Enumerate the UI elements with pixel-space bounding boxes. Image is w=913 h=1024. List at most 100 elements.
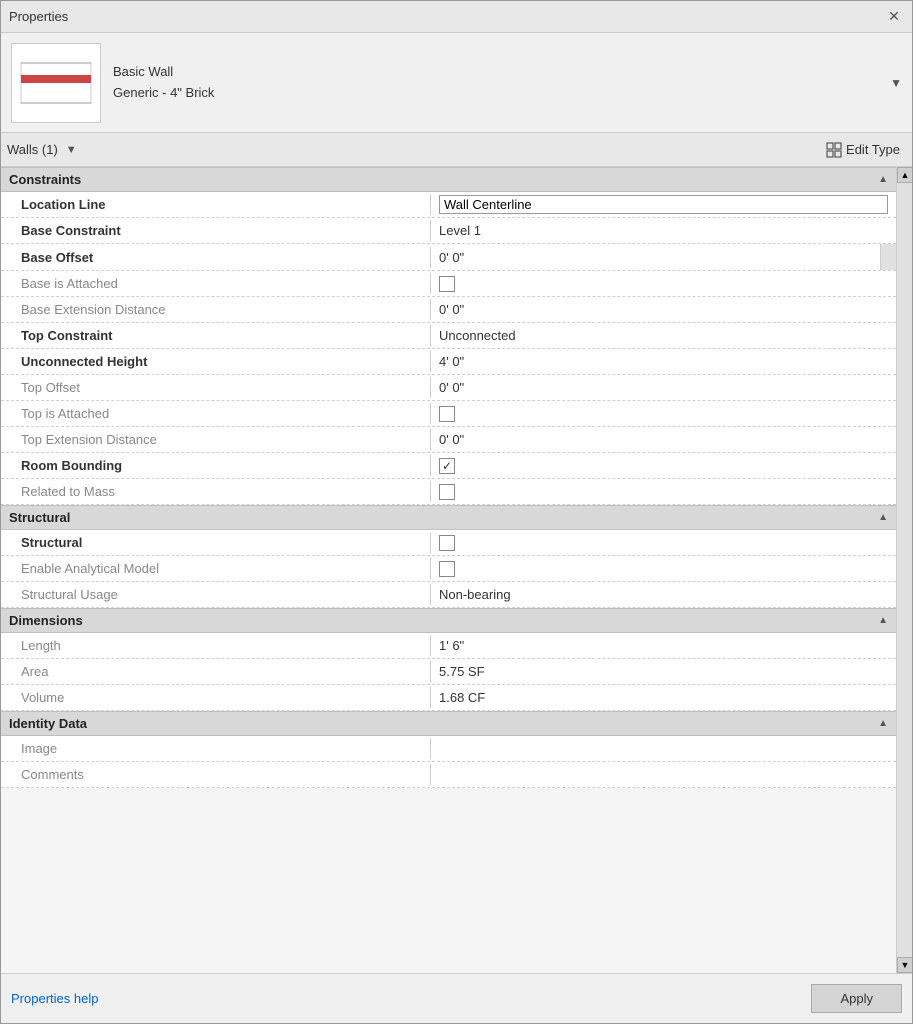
- prop-value: 4' 0": [431, 351, 896, 372]
- type-selector-dropdown[interactable]: ▼: [66, 144, 77, 156]
- section-collapse-constraints[interactable]: ▲: [878, 174, 888, 185]
- prop-label: Room Bounding: [1, 455, 431, 476]
- prop-value: 0' 0": [431, 377, 896, 398]
- property-row: Base Extension Distance0' 0": [1, 297, 896, 323]
- prop-value: 0' 0": [431, 299, 896, 320]
- prop-value: Level 1: [431, 220, 896, 241]
- property-row: Enable Analytical Model: [1, 556, 896, 582]
- prop-label: Top is Attached: [1, 403, 431, 424]
- property-row: Room Bounding: [1, 453, 896, 479]
- prop-label: Enable Analytical Model: [1, 558, 431, 579]
- type-selector-left: Walls (1) ▼: [7, 142, 77, 157]
- prop-label: Structural Usage: [1, 584, 431, 605]
- prop-value: 5.75 SF: [431, 661, 896, 682]
- prop-value[interactable]: [431, 455, 896, 477]
- property-row: Top Extension Distance0' 0": [1, 427, 896, 453]
- prop-value: Non-bearing: [431, 584, 896, 605]
- edit-type-icon: [826, 142, 842, 158]
- prop-label: Structural: [1, 532, 431, 553]
- prop-label: Related to Mass: [1, 481, 431, 502]
- property-row: Top ConstraintUnconnected: [1, 323, 896, 349]
- prop-label: Base Constraint: [1, 220, 431, 241]
- prop-label: Volume: [1, 687, 431, 708]
- section-label-dimensions: Dimensions: [9, 613, 83, 628]
- properties-window: Properties ✕ Basic Wall Generic - 4" Bri…: [0, 0, 913, 1024]
- element-thumbnail: [11, 43, 101, 123]
- prop-label: Top Offset: [1, 377, 431, 398]
- prop-value: 1' 6": [431, 635, 896, 656]
- section-header-dimensions[interactable]: Dimensions ▲: [1, 608, 896, 633]
- property-row: Volume1.68 CF: [1, 685, 896, 711]
- properties-scroll-area[interactable]: Constraints ▲ Location Line Base Constraint…: [1, 167, 896, 973]
- property-row: Top is Attached: [1, 401, 896, 427]
- prop-label: Unconnected Height: [1, 351, 431, 372]
- prop-label: Base Offset: [1, 247, 431, 268]
- element-name: Basic Wall Generic - 4" Brick: [113, 62, 878, 104]
- property-row: Base Offset0' 0": [1, 244, 896, 271]
- prop-checkbox[interactable]: [439, 276, 455, 292]
- section-collapse-structural[interactable]: ▲: [878, 512, 888, 523]
- properties-help-link[interactable]: Properties help: [11, 991, 98, 1006]
- property-row: Length1' 6": [1, 633, 896, 659]
- edit-type-button[interactable]: Edit Type: [820, 140, 906, 160]
- prop-value: [431, 772, 896, 778]
- prop-value: [431, 746, 896, 752]
- prop-label: Length: [1, 635, 431, 656]
- section-header-identity[interactable]: Identity Data▲: [1, 711, 896, 736]
- property-row: Area5.75 SF: [1, 659, 896, 685]
- element-dropdown-arrow[interactable]: ▼: [890, 76, 902, 90]
- prop-value[interactable]: [431, 192, 896, 217]
- edit-type-label: Edit Type: [846, 142, 900, 157]
- prop-value: 0' 0": [431, 429, 896, 450]
- right-scrollbar: ▲ ▼: [896, 167, 912, 973]
- prop-checkbox[interactable]: [439, 535, 455, 551]
- type-selector-text: Walls (1): [7, 142, 58, 157]
- section-label-constraints: Constraints: [9, 172, 81, 187]
- property-row: Structural: [1, 530, 896, 556]
- prop-scroll-handle[interactable]: [880, 244, 896, 270]
- prop-checkbox[interactable]: [439, 406, 455, 422]
- prop-value[interactable]: [431, 481, 896, 503]
- prop-checkbox[interactable]: [439, 458, 455, 474]
- property-row: Image: [1, 736, 896, 762]
- property-row: Location Line: [1, 192, 896, 218]
- prop-value[interactable]: [431, 273, 896, 295]
- property-row: Base is Attached: [1, 271, 896, 297]
- prop-value: 0' 0": [431, 247, 880, 268]
- section-collapse-dimensions[interactable]: ▲: [878, 615, 888, 626]
- property-row: Structural UsageNon-bearing: [1, 582, 896, 608]
- prop-label: Top Constraint: [1, 325, 431, 346]
- property-row: Related to Mass: [1, 479, 896, 505]
- element-header: Basic Wall Generic - 4" Brick ▼: [1, 33, 912, 133]
- prop-label: Location Line: [1, 194, 431, 215]
- scroll-down-button[interactable]: ▼: [897, 957, 912, 973]
- prop-checkbox[interactable]: [439, 484, 455, 500]
- section-header-structural[interactable]: Structural ▲: [1, 505, 896, 530]
- property-row: Base ConstraintLevel 1: [1, 218, 896, 244]
- window-title: Properties: [9, 9, 68, 24]
- prop-label: Area: [1, 661, 431, 682]
- close-button[interactable]: ✕: [884, 7, 904, 27]
- apply-button[interactable]: Apply: [811, 984, 902, 1013]
- prop-label: Comments: [1, 764, 431, 785]
- prop-input[interactable]: [439, 195, 888, 214]
- prop-checkbox[interactable]: [439, 561, 455, 577]
- prop-label: Base Extension Distance: [1, 299, 431, 320]
- section-header-constraints[interactable]: Constraints ▲: [1, 167, 896, 192]
- prop-value: 1.68 CF: [431, 687, 896, 708]
- prop-label: Top Extension Distance: [1, 429, 431, 450]
- scroll-up-button[interactable]: ▲: [897, 167, 912, 183]
- section-collapse-identity[interactable]: ▲: [878, 718, 888, 729]
- prop-value[interactable]: [431, 403, 896, 425]
- footer: Properties help Apply: [1, 973, 912, 1023]
- type-selector-row: Walls (1) ▼ Edit Type: [1, 133, 912, 167]
- prop-value[interactable]: [431, 558, 896, 580]
- element-instance-name: Generic - 4" Brick: [113, 83, 878, 104]
- prop-value: Unconnected: [431, 325, 896, 346]
- prop-value[interactable]: [431, 532, 896, 554]
- section-label-structural: Structural: [9, 510, 70, 525]
- element-type-name: Basic Wall: [113, 62, 878, 83]
- prop-label: Base is Attached: [1, 273, 431, 294]
- main-content: Constraints ▲ Location Line Base Constraint…: [1, 167, 912, 973]
- property-row: Unconnected Height4' 0": [1, 349, 896, 375]
